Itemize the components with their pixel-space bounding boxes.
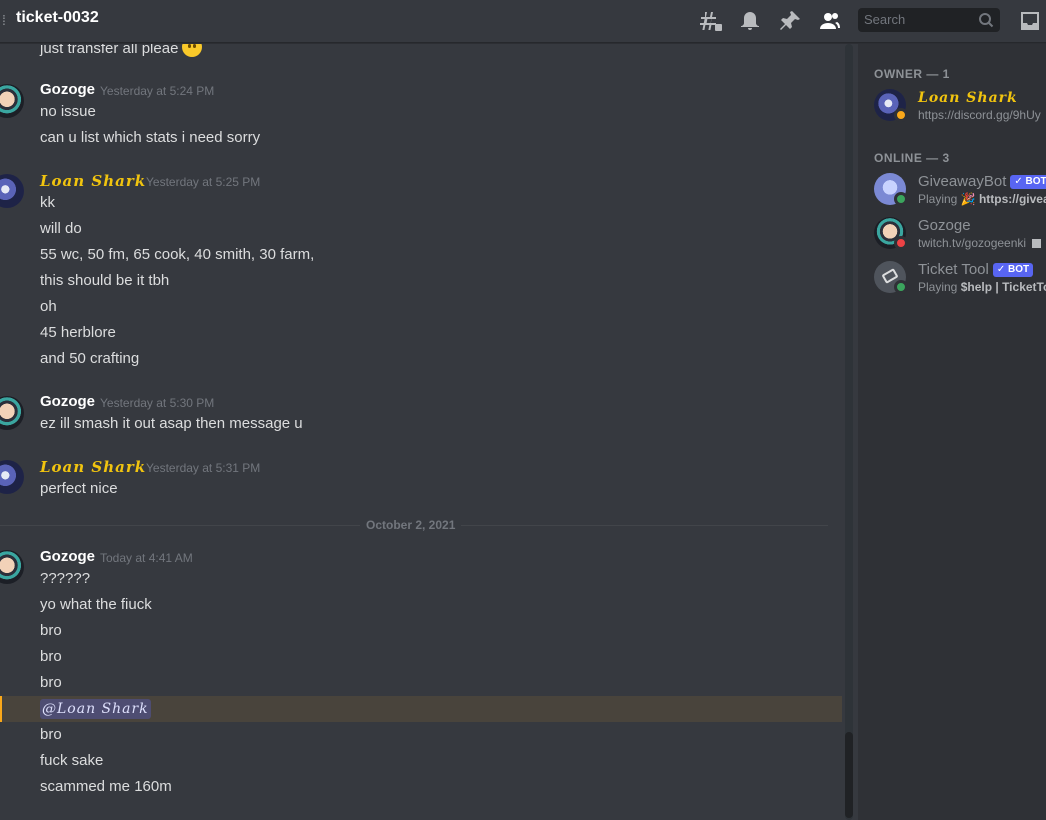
member-name[interactable]: Gozoge [918, 217, 971, 235]
message-text: no issue [40, 103, 96, 120]
message-text: 55 wc, 50 fm, 65 cook, 40 smith, 30 farm… [40, 246, 315, 263]
pin-icon[interactable] [778, 9, 802, 33]
search-input[interactable]: Search [864, 12, 905, 27]
message-timestamp: Yesterday at 5:30 PM [100, 396, 215, 410]
message-text: perfect nice [40, 480, 118, 497]
notification-bell-icon[interactable] [738, 9, 762, 33]
avatar[interactable] [0, 460, 24, 494]
status-idle-icon [894, 108, 908, 122]
avatar[interactable] [0, 396, 24, 430]
activity-icon [1032, 239, 1042, 248]
member-name[interactable]: Ticket Tool ✓ BOT [918, 261, 1034, 279]
member-status-text: https://discord.gg/9hUy [918, 108, 1041, 122]
message-timestamp: Yesterday at 5:24 PM [100, 84, 215, 98]
member-status-text: twitch.tv/gozogeenki [918, 235, 1042, 251]
inbox-icon[interactable] [1018, 9, 1042, 33]
message-text: just transfer all pleae [40, 44, 203, 59]
message-text: this should be it tbh [40, 272, 170, 289]
message-author[interactable]: Loan Shark [40, 171, 146, 191]
threads-icon[interactable] [699, 9, 723, 33]
avatar[interactable] [0, 174, 24, 208]
message-list: just transfer all pleae Gozoge Yesterday… [0, 44, 842, 820]
message-text: 45 herblore [40, 324, 116, 341]
message-text: bro [40, 674, 62, 691]
message-text: ez ill smash it out asap then message u [40, 415, 303, 432]
message-text: oh [40, 298, 57, 315]
message-text: bro [40, 726, 62, 743]
member-list: OWNER — 1 Loan Shark https://discord.gg/… [858, 44, 1046, 820]
slightly-smiling-emoji-icon [182, 44, 203, 57]
member-list-icon[interactable] [818, 9, 842, 33]
message-author[interactable]: Loan Shark [40, 457, 146, 477]
member-name[interactable]: GiveawayBot ✓ BOT [918, 173, 1046, 191]
member-group-header: OWNER — 1 [874, 67, 950, 81]
member-status-text: Playing $help | TicketToo [918, 280, 1046, 294]
message-author[interactable]: Gozoge [40, 392, 95, 412]
bot-tag: ✓ BOT [992, 263, 1034, 277]
member-name[interactable]: Loan Shark [918, 89, 1018, 107]
scrollbar-track[interactable] [845, 44, 853, 820]
message-text: yo what the fiuck [40, 596, 152, 613]
date-divider-label: October 2, 2021 [360, 518, 462, 532]
member-group-header: ONLINE — 3 [874, 151, 950, 165]
thread-icon: ⁞ [2, 12, 6, 28]
message-text: kk [40, 194, 55, 211]
avatar[interactable] [0, 84, 24, 118]
search-box[interactable]: Search [858, 8, 1000, 32]
status-dnd-icon [894, 236, 908, 250]
message-text: scammed me 160m [40, 778, 172, 795]
message-text: bro [40, 622, 62, 639]
scrollbar-thumb[interactable] [845, 732, 853, 818]
message-author[interactable]: Gozoge [40, 547, 95, 567]
avatar[interactable] [0, 550, 24, 584]
search-icon [978, 12, 994, 28]
message-timestamp: Yesterday at 5:25 PM [146, 175, 261, 189]
message-timestamp: Today at 4:41 AM [100, 551, 193, 565]
message-text: can u list which stats i need sorry [40, 129, 261, 146]
bot-tag: ✓ BOT [1010, 175, 1046, 189]
message-text: ?????? [40, 570, 91, 587]
status-online-icon [894, 192, 908, 206]
user-mention[interactable]: @Loan Shark [40, 699, 151, 719]
channel-header: ⁞ ticket-0032 Search [0, 0, 1046, 43]
member-status-text: Playing 🎉 https://givea [918, 192, 1046, 206]
message-timestamp: Yesterday at 5:31 PM [146, 461, 261, 475]
message-text: fuck sake [40, 752, 104, 769]
status-online-icon [894, 280, 908, 294]
message-author[interactable]: Gozoge [40, 80, 95, 100]
message-text: and 50 crafting [40, 350, 140, 367]
channel-name: ticket-0032 [16, 9, 99, 26]
message-text: bro [40, 648, 62, 665]
message-text: will do [40, 220, 82, 237]
